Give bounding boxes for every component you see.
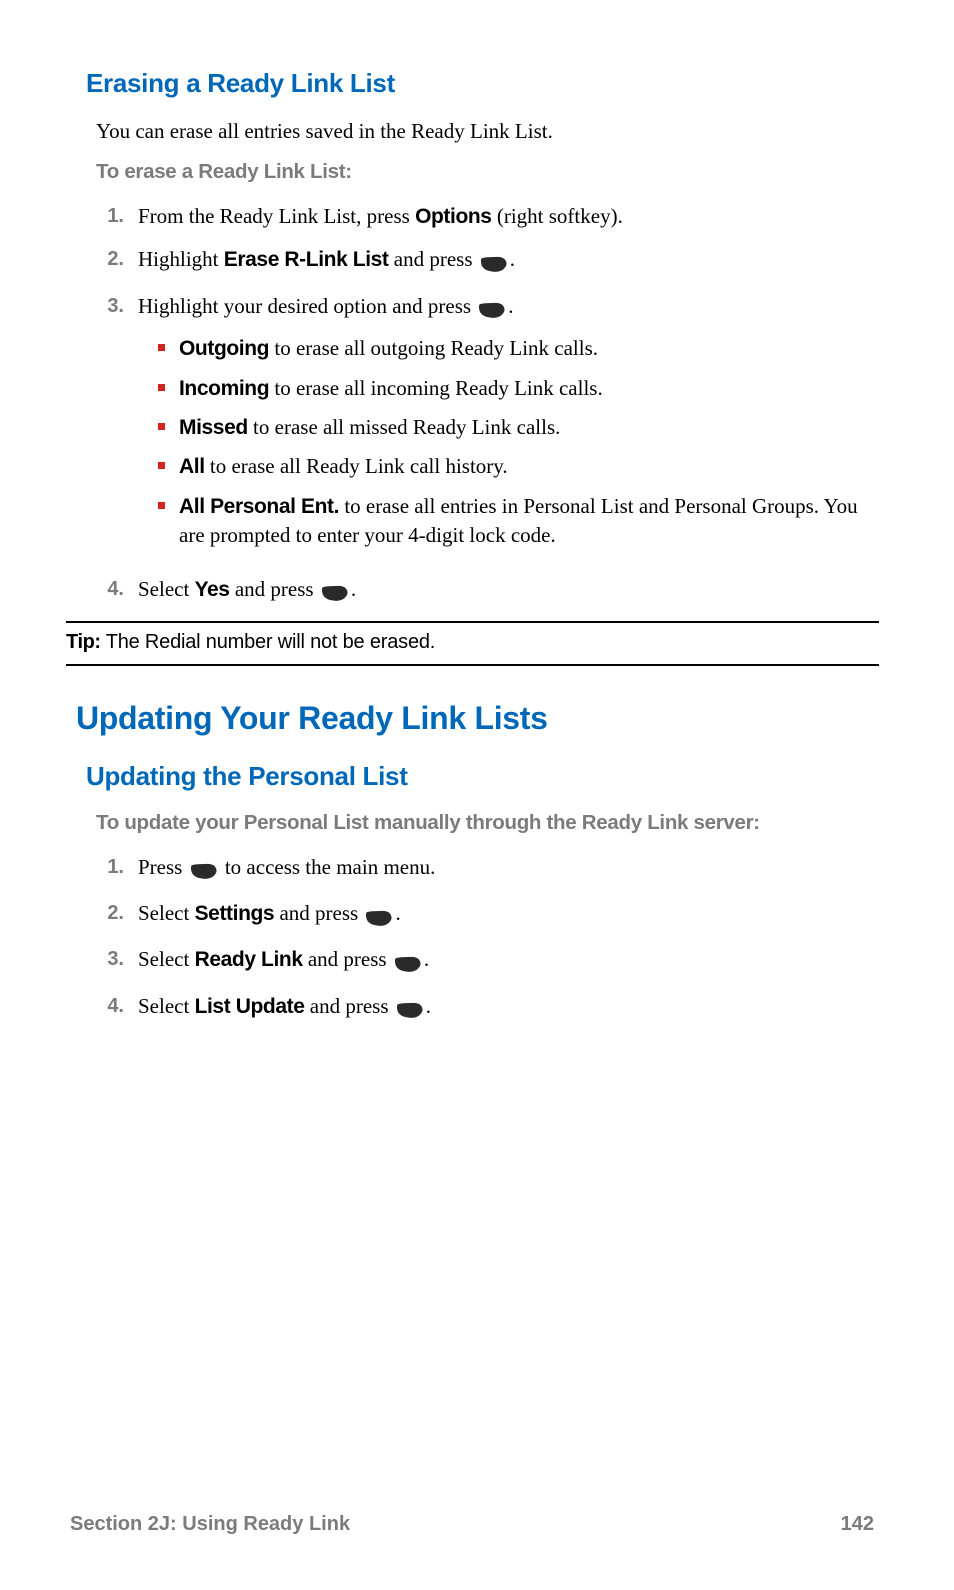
list-item: 1.From the Ready Link List, press Option… (96, 202, 874, 231)
tip-label: Tip: (66, 631, 101, 653)
bold-term: Settings (195, 902, 275, 925)
bullet-item: Outgoing to erase all outgoing Ready Lin… (138, 334, 874, 363)
bold-term: List Update (195, 995, 305, 1018)
square-bullet-icon (158, 462, 165, 469)
heading-updating: Updating Your Ready Link Lists (76, 700, 874, 737)
bullet-text: All Personal Ent. to erase all entries i… (179, 492, 874, 551)
bullet-text: All to erase all Ready Link call history… (179, 452, 508, 481)
step-body: Press MenuOK to access the main menu. (138, 853, 874, 885)
menu-ok-key-icon: MenuOK (190, 856, 218, 885)
step-body: From the Ready Link List, press Options … (138, 202, 874, 231)
step-body: Highlight your desired option and press … (138, 292, 874, 561)
lead-erase: To erase a Ready Link List: (96, 159, 874, 186)
step-body: Select Settings and press MenuOK. (138, 899, 874, 931)
bold-term: Erase R-Link List (224, 248, 389, 271)
bold-term: Options (415, 205, 492, 228)
tip-text: The Redial number will not be erased. (101, 631, 435, 653)
page-footer: Section 2J: Using Ready Link 142 (70, 1513, 874, 1536)
step-number: 2. (96, 245, 138, 273)
bullet-bold: Missed (179, 416, 248, 439)
step-number: 1. (96, 202, 138, 230)
bullet-bold: Outgoing (179, 337, 269, 360)
intro-text: You can erase all entries saved in the R… (96, 117, 874, 145)
bold-term: Ready Link (195, 948, 303, 971)
square-bullet-icon (158, 502, 165, 509)
step-number: 3. (96, 945, 138, 973)
bullet-item: All Personal Ent. to erase all entries i… (138, 492, 874, 551)
bullet-item: All to erase all Ready Link call history… (138, 452, 874, 481)
menu-ok-key-icon: MenuOK (365, 902, 393, 931)
list-item: 2.Select Settings and press MenuOK. (96, 899, 874, 931)
bullet-bold: Incoming (179, 377, 269, 400)
bold-term: Yes (195, 578, 230, 601)
bullet-item: Incoming to erase all incoming Ready Lin… (138, 374, 874, 403)
menu-ok-key-icon: MenuOK (321, 578, 349, 607)
bullet-text: Missed to erase all missed Ready Link ca… (179, 413, 560, 442)
bullet-item: Missed to erase all missed Ready Link ca… (138, 413, 874, 442)
list-item: 4.Select Yes and press MenuOK. (96, 575, 874, 607)
lead-update: To update your Personal List manually th… (96, 810, 816, 837)
menu-ok-key-icon: MenuOK (480, 248, 508, 277)
sub-bullets: Outgoing to erase all outgoing Ready Lin… (138, 334, 874, 550)
step-number: 4. (96, 992, 138, 1020)
list-item: 4.Select List Update and press MenuOK. (96, 992, 874, 1024)
step-number: 4. (96, 575, 138, 603)
bullet-bold: All (179, 455, 205, 478)
heading-updating-personal: Updating the Personal List (86, 761, 874, 792)
square-bullet-icon (158, 384, 165, 391)
bullet-text: Outgoing to erase all outgoing Ready Lin… (179, 334, 598, 363)
tip-box: Tip: The Redial number will not be erase… (66, 621, 879, 666)
menu-ok-key-icon: MenuOK (394, 948, 422, 977)
step-body: Select Yes and press MenuOK. (138, 575, 874, 607)
step-number: 1. (96, 853, 138, 881)
footer-page: 142 (841, 1513, 874, 1536)
steps-erase: 1.From the Ready Link List, press Option… (96, 202, 874, 607)
step-body: Select Ready Link and press MenuOK. (138, 945, 874, 977)
list-item: 3.Highlight your desired option and pres… (96, 292, 874, 561)
step-body: Select List Update and press MenuOK. (138, 992, 874, 1024)
heading-erasing: Erasing a Ready Link List (86, 68, 874, 99)
bullet-bold: All Personal Ent. (179, 495, 339, 518)
step-number: 3. (96, 292, 138, 320)
list-item: 3.Select Ready Link and press MenuOK. (96, 945, 874, 977)
square-bullet-icon (158, 423, 165, 430)
list-item: 1.Press MenuOK to access the main menu. (96, 853, 874, 885)
square-bullet-icon (158, 344, 165, 351)
steps-update: 1.Press MenuOK to access the main menu.2… (96, 853, 874, 1025)
list-item: 2.Highlight Erase R-Link List and press … (96, 245, 874, 277)
menu-ok-key-icon: MenuOK (478, 295, 506, 324)
bullet-text: Incoming to erase all incoming Ready Lin… (179, 374, 603, 403)
step-body: Highlight Erase R-Link List and press Me… (138, 245, 874, 277)
menu-ok-key-icon: MenuOK (396, 995, 424, 1024)
step-number: 2. (96, 899, 138, 927)
footer-section: Section 2J: Using Ready Link (70, 1513, 350, 1536)
